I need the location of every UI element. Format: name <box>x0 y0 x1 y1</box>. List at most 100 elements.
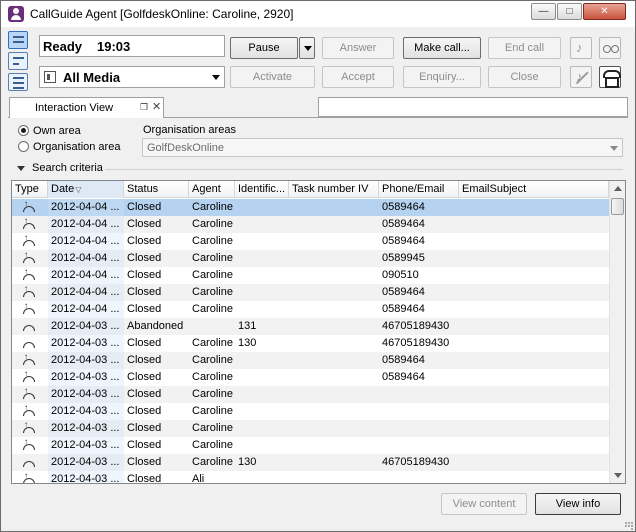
scroll-down-icon[interactable] <box>614 473 622 478</box>
cell-status: Abandoned <box>127 320 184 332</box>
col-header-date[interactable]: Date▽ <box>48 181 124 198</box>
agent-state: Ready <box>43 39 83 54</box>
cell-task <box>289 335 379 352</box>
table-row[interactable]: ↑ 2012-04-04 ... Closed Caroline 0589464 <box>12 199 609 216</box>
cell-date: 2012-04-03 ... <box>48 335 124 352</box>
cell-task <box>289 420 379 437</box>
close-interaction-button[interactable]: Close <box>488 66 561 88</box>
table-row[interactable]: ↑ 2012-04-03 ... Closed Ali <box>12 471 609 483</box>
cell-date: 2012-04-04 ... <box>48 233 124 250</box>
organisation-areas-select[interactable]: GolfDeskOnline <box>142 138 623 157</box>
activate-button[interactable]: Activate <box>230 66 315 88</box>
cell-task <box>289 267 379 284</box>
sort-desc-icon: ▽ <box>75 185 82 194</box>
cell-status: Closed <box>127 201 162 213</box>
end-call-button[interactable]: End call <box>488 37 561 59</box>
table-row[interactable]: ↑ 2012-04-03 ... Closed Caroline 0589464 <box>12 369 609 386</box>
table-row[interactable]: ↑ 2012-04-03 ... Closed Caroline <box>12 403 609 420</box>
music-on-hold-icon[interactable] <box>570 37 592 59</box>
music-off-icon[interactable] <box>570 66 592 88</box>
accept-button[interactable]: Accept <box>322 66 394 88</box>
col-header-phone-email[interactable]: Phone/Email <box>379 181 459 198</box>
tab-interaction-view[interactable]: Interaction View ❐ ✕ <box>9 97 164 118</box>
close-tab-icon[interactable]: ✕ <box>152 100 161 113</box>
table-row[interactable]: ↑ 2012-04-04 ... Closed Caroline 0589464 <box>12 301 609 318</box>
cell-status: Closed <box>127 337 162 349</box>
enquiry-button[interactable]: Enquiry... <box>403 66 481 88</box>
cell-status: Closed <box>127 354 162 366</box>
col-header-status[interactable]: Status <box>124 181 189 198</box>
cell-phone <box>379 386 459 403</box>
col-header-email-subject[interactable]: EmailSubject <box>459 181 609 198</box>
col-header-task-number[interactable]: Task number IV <box>289 181 379 198</box>
cell-task <box>289 403 379 420</box>
table-row[interactable]: 2012-04-03 ... Closed Caroline 130 467051894… <box>12 454 609 471</box>
cell-ident: 130 <box>238 337 257 349</box>
table-row[interactable]: ↑ 2012-04-03 ... Closed Caroline 0589464 <box>12 352 609 369</box>
cell-task <box>289 454 379 471</box>
table-row[interactable]: ↑ 2012-04-04 ... Closed Caroline 0589945 <box>12 250 609 267</box>
cell-phone: 0589945 <box>382 252 425 264</box>
view-content-button[interactable]: View content <box>441 493 527 515</box>
maximize-button[interactable]: □ <box>557 3 582 20</box>
col-header-label: Identific... <box>238 183 286 195</box>
answer-button[interactable]: Answer <box>322 37 394 59</box>
cell-phone: 0589464 <box>382 235 425 247</box>
cell-subject <box>459 301 609 318</box>
cell-agent: Caroline <box>192 286 233 298</box>
cell-phone: 46705189430 <box>382 456 450 468</box>
table-header: Type Date▽ Status Agent Identific... Task num… <box>12 181 609 198</box>
undock-icon[interactable]: ❐ <box>140 102 148 113</box>
resize-grip[interactable] <box>623 520 633 530</box>
table-row[interactable]: ↑ 2012-04-03 ... Closed Caroline <box>12 386 609 403</box>
table-row[interactable]: ↑ 2012-04-04 ... Closed Caroline 090510 <box>12 267 609 284</box>
minimize-button[interactable]: — <box>531 3 556 20</box>
scroll-thumb[interactable] <box>611 198 624 215</box>
media-selector[interactable]: All Media <box>39 66 225 88</box>
table-row[interactable]: ↑ 2012-04-03 ... Closed Caroline <box>12 437 609 454</box>
table-row[interactable]: ↑ 2012-04-03 ... Closed Caroline <box>12 420 609 437</box>
telephone-icon[interactable] <box>599 66 621 88</box>
table-row[interactable]: ↑ 2012-04-04 ... Closed Caroline 0589464 <box>12 216 609 233</box>
organisation-area-radio[interactable] <box>18 141 29 152</box>
agent-status-field: Ready 19:03 <box>39 35 225 57</box>
chevron-down-icon <box>610 146 618 151</box>
cell-task <box>289 284 379 301</box>
cell-task <box>289 386 379 403</box>
search-criteria-divider <box>105 169 623 170</box>
interaction-view-icon[interactable] <box>8 31 28 49</box>
cell-ident <box>235 369 289 386</box>
cell-ident <box>235 420 289 437</box>
col-header-label: Type <box>15 183 39 195</box>
cell-agent: Caroline <box>192 337 233 349</box>
voicemail-icon[interactable] <box>599 37 621 59</box>
title-bar[interactable]: CallGuide Agent [GolfdeskOnline: Carolin… <box>1 1 635 27</box>
table-row[interactable]: ↑ 2012-04-04 ... Closed Caroline 0589464 <box>12 233 609 250</box>
close-window-button[interactable]: ✕ <box>583 3 626 20</box>
vertical-scrollbar[interactable] <box>609 181 625 483</box>
organisation-area-label[interactable]: Organisation area <box>33 141 120 153</box>
col-header-identification[interactable]: Identific... <box>235 181 289 198</box>
cell-date: 2012-04-04 ... <box>48 216 124 233</box>
cell-phone: 0589464 <box>382 371 425 383</box>
pause-button[interactable]: Pause <box>230 37 298 59</box>
cell-subject <box>459 454 609 471</box>
new-window-icon[interactable] <box>8 52 28 70</box>
table-row[interactable]: 2012-04-03 ... Closed Caroline 130 467051894… <box>12 335 609 352</box>
own-area-radio[interactable] <box>18 125 29 136</box>
table-row[interactable]: 2012-04-03 ... Abandoned 131 46705189430 <box>12 318 609 335</box>
cell-phone: 0589464 <box>382 218 425 230</box>
cell-phone: 0589464 <box>382 354 425 366</box>
outgoing-call-icon: ↑ <box>12 420 48 437</box>
col-header-agent[interactable]: Agent <box>189 181 235 198</box>
cell-agent: Caroline <box>192 218 233 230</box>
cell-subject <box>459 420 609 437</box>
table-row[interactable]: ↑ 2012-04-04 ... Closed Caroline 0589464 <box>12 284 609 301</box>
own-area-label[interactable]: Own area <box>33 125 81 137</box>
col-header-type[interactable]: Type <box>12 181 48 198</box>
view-info-button[interactable]: View info <box>535 493 621 515</box>
scroll-up-icon[interactable] <box>614 186 622 191</box>
list-view-icon[interactable] <box>8 73 28 91</box>
pause-reason-dropdown[interactable] <box>299 37 315 59</box>
make-call-button[interactable]: Make call... <box>403 37 481 59</box>
